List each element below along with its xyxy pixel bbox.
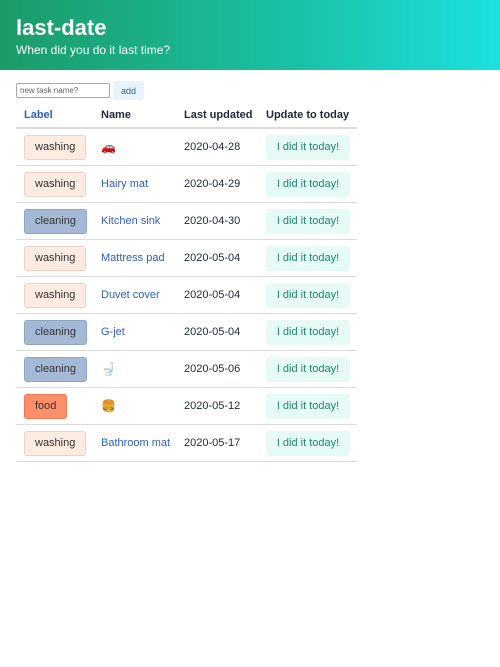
task-table: Label Name Last updated Update to today … [16, 103, 357, 462]
label-tag[interactable]: washing [24, 171, 87, 197]
column-header-update-to-today: Update to today [258, 103, 357, 129]
last-updated-date: 2020-04-30 [184, 215, 241, 227]
name-cell: 🍔 [93, 387, 176, 425]
label-tag[interactable]: cleaning [24, 356, 87, 382]
task-name-link[interactable]: Kitchen sink [101, 215, 160, 227]
app-header: last-date When did you do it last time? [0, 0, 500, 70]
label-cell: cleaning [16, 202, 93, 240]
table-header-row: Label Name Last updated Update to today [16, 103, 357, 129]
action-cell: I did it today! [258, 313, 357, 351]
add-task-form: add [16, 81, 144, 100]
action-cell: I did it today! [258, 239, 357, 277]
action-cell: I did it today! [258, 165, 357, 203]
task-name-emoji[interactable]: 🚽 [101, 362, 116, 376]
task-name-link[interactable]: Bathroom mat [101, 437, 170, 449]
name-cell: Kitchen sink [93, 202, 176, 240]
date-cell: 2020-05-17 [176, 424, 258, 462]
label-cell: washing [16, 239, 93, 277]
name-cell: Hairy mat [93, 165, 176, 203]
action-cell: I did it today! [258, 276, 357, 314]
name-cell: Mattress pad [93, 239, 176, 277]
label-cell: cleaning [16, 350, 93, 388]
date-cell: 2020-05-04 [176, 239, 258, 277]
table-row: washing 🚗 2020-04-28 I did it today! [16, 128, 357, 166]
i-did-it-today-button[interactable]: I did it today! [266, 134, 350, 160]
label-tag[interactable]: food [24, 393, 68, 419]
i-did-it-today-button[interactable]: I did it today! [266, 393, 350, 419]
table-row: cleaning G-jet 2020-05-04 I did it today! [16, 313, 357, 351]
name-cell: Bathroom mat [93, 424, 176, 462]
last-updated-date: 2020-05-17 [184, 437, 241, 449]
label-tag[interactable]: washing [24, 430, 87, 456]
label-tag[interactable]: cleaning [24, 319, 87, 345]
label-cell: washing [16, 165, 93, 203]
table-row: food 🍔 2020-05-12 I did it today! [16, 387, 357, 425]
date-cell: 2020-05-04 [176, 313, 258, 351]
add-button[interactable]: add [113, 81, 144, 100]
date-cell: 2020-05-04 [176, 276, 258, 314]
label-cell: washing [16, 128, 93, 166]
name-cell: 🚽 [93, 350, 176, 388]
task-name-emoji[interactable]: 🚗 [101, 140, 116, 154]
task-name-emoji[interactable]: 🍔 [101, 399, 116, 413]
label-tag[interactable]: washing [24, 282, 87, 308]
table-row: washing Bathroom mat 2020-05-17 I did it to… [16, 424, 357, 462]
action-cell: I did it today! [258, 128, 357, 166]
table-row: cleaning 🚽 2020-05-06 I did it today! [16, 350, 357, 388]
name-cell: G-jet [93, 313, 176, 351]
task-name-link[interactable]: Mattress pad [101, 252, 165, 264]
last-updated-date: 2020-04-28 [184, 141, 241, 153]
last-updated-date: 2020-05-04 [184, 252, 241, 264]
last-updated-date: 2020-05-04 [184, 289, 241, 301]
label-cell: washing [16, 276, 93, 314]
i-did-it-today-button[interactable]: I did it today! [266, 356, 350, 382]
table-row: washing Mattress pad 2020-05-04 I did it to… [16, 239, 357, 277]
column-header-name: Name [93, 103, 176, 129]
action-cell: I did it today! [258, 202, 357, 240]
table-row: washing Hairy mat 2020-04-29 I did it today… [16, 165, 357, 203]
date-cell: 2020-04-29 [176, 165, 258, 203]
task-table-body: washing 🚗 2020-04-28 I did it today! washing… [16, 128, 357, 462]
last-updated-date: 2020-05-12 [184, 400, 241, 412]
label-tag[interactable]: washing [24, 134, 87, 160]
date-cell: 2020-04-30 [176, 202, 258, 240]
name-cell: 🚗 [93, 128, 176, 166]
label-cell: washing [16, 424, 93, 462]
task-name-link[interactable]: Hairy mat [101, 178, 148, 190]
i-did-it-today-button[interactable]: I did it today! [266, 171, 350, 197]
i-did-it-today-button[interactable]: I did it today! [266, 319, 350, 345]
table-row: washing Duvet cover 2020-05-04 I did it tod… [16, 276, 357, 314]
app-title: last-date [16, 15, 107, 40]
i-did-it-today-button[interactable]: I did it today! [266, 430, 350, 456]
last-updated-date: 2020-05-06 [184, 363, 241, 375]
column-header-last-updated: Last updated [176, 103, 258, 129]
label-tag[interactable]: cleaning [24, 208, 87, 234]
date-cell: 2020-05-06 [176, 350, 258, 388]
label-cell: food [16, 387, 93, 425]
date-cell: 2020-05-12 [176, 387, 258, 425]
last-updated-date: 2020-04-29 [184, 178, 241, 190]
action-cell: I did it today! [258, 350, 357, 388]
i-did-it-today-button[interactable]: I did it today! [266, 245, 350, 271]
label-cell: cleaning [16, 313, 93, 351]
table-row: cleaning Kitchen sink 2020-04-30 I did it t… [16, 202, 357, 240]
task-name-link[interactable]: Duvet cover [101, 289, 160, 301]
column-header-label[interactable]: Label [16, 103, 93, 129]
app-subtitle: When did you do it last time? [16, 43, 171, 57]
date-cell: 2020-04-28 [176, 128, 258, 166]
i-did-it-today-button[interactable]: I did it today! [266, 282, 350, 308]
label-tag[interactable]: washing [24, 245, 87, 271]
action-cell: I did it today! [258, 424, 357, 462]
action-cell: I did it today! [258, 387, 357, 425]
i-did-it-today-button[interactable]: I did it today! [266, 208, 350, 234]
name-cell: Duvet cover [93, 276, 176, 314]
last-updated-date: 2020-05-04 [184, 326, 241, 338]
new-task-input[interactable] [16, 83, 110, 98]
task-name-link[interactable]: G-jet [101, 326, 125, 338]
